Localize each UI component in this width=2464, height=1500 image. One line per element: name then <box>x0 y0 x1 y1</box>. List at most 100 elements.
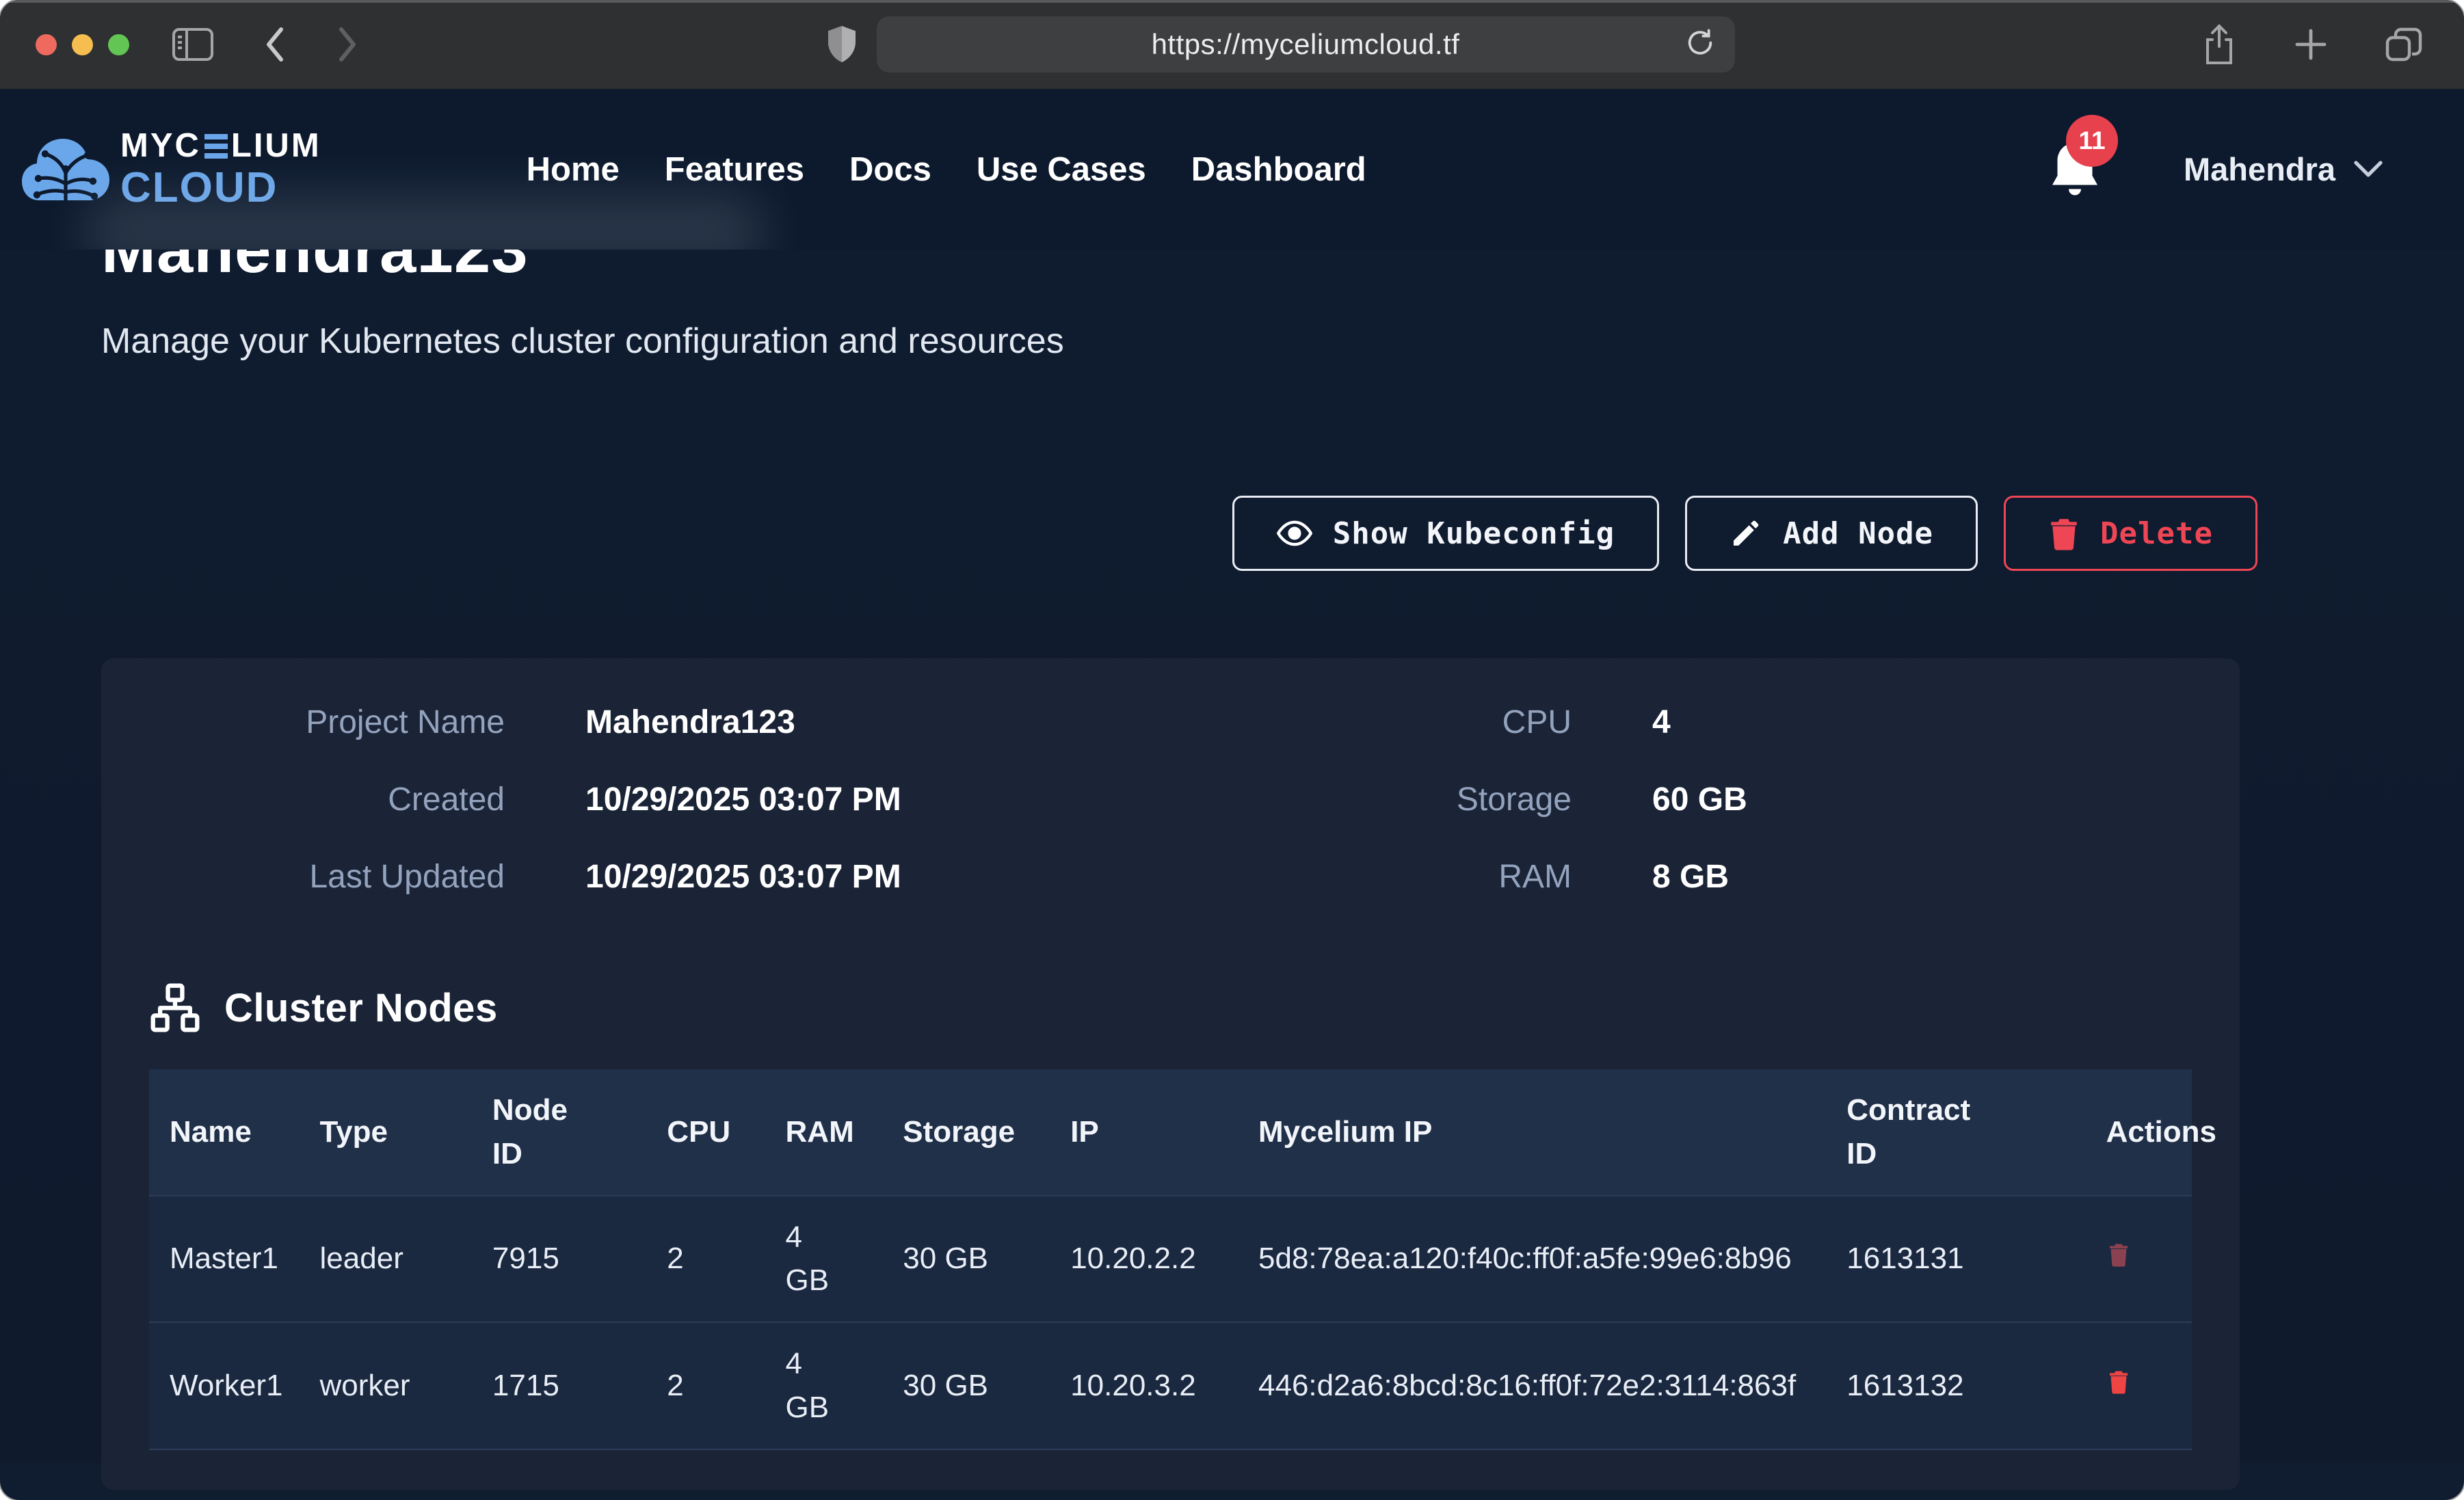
column-header: Name <box>149 1069 300 1196</box>
node-row-worker1: Worker1worker171524 GB30 GB10.20.3.2446:… <box>149 1322 2192 1449</box>
url-text: https://myceliumcloud.tf <box>1152 28 1460 61</box>
traffic-lights <box>36 34 129 55</box>
cell-contract_id: 1613131 <box>1826 1196 2085 1323</box>
brand-lium: LIUM <box>231 129 321 163</box>
sitemap-icon <box>149 982 201 1034</box>
cell-type: leader <box>300 1196 472 1323</box>
cell-ip: 10.20.2.2 <box>1050 1196 1238 1323</box>
info-label: Created <box>149 781 505 818</box>
info-row: CPU 4 <box>1312 704 2192 741</box>
page-subtitle: Manage your Kubernetes cluster configura… <box>101 321 2341 362</box>
forward-button-icon[interactable] <box>336 25 359 64</box>
info-row: Created 10/29/2025 03:07 PM <box>149 781 1312 818</box>
cluster-details-card: Project Name Mahendra123 Created 10/29/2025… <box>101 658 2240 1490</box>
nav-link-use-cases[interactable]: Use Cases <box>977 150 1146 189</box>
info-label: Storage <box>1312 781 1572 818</box>
main-nav: Home Features Docs Use Cases Dashboard <box>527 150 1366 189</box>
cell-type: worker <box>300 1322 472 1449</box>
cell-node_id: 7915 <box>472 1196 646 1323</box>
table-header-row: NameTypeNode IDCPURAMStorageIPMycelium I… <box>149 1069 2192 1196</box>
cell-cpu: 2 <box>646 1322 765 1449</box>
cell-mycelium_ip: 5d8:78ea:a120:f40c:ff0f:a5fe:99e6:8b96 <box>1238 1196 1826 1323</box>
cluster-actions: Show Kubeconfig Add Node Delete <box>101 496 2341 571</box>
sidebar-toggle-icon[interactable] <box>172 27 214 62</box>
info-value: 8 GB <box>1652 858 1729 896</box>
cell-mycelium_ip: 446:d2a6:8bcd:8c16:ff0f:72e2:3114:863f <box>1238 1322 1826 1449</box>
address-bar[interactable]: https://myceliumcloud.tf <box>877 16 1735 72</box>
user-menu[interactable]: Mahendra <box>2184 150 2383 188</box>
column-header: Type <box>300 1069 472 1196</box>
privacy-shield-icon[interactable] <box>826 25 858 64</box>
nav-link-dashboard[interactable]: Dashboard <box>1191 150 1366 189</box>
info-row: Storage 60 GB <box>1312 781 2192 818</box>
notification-count-badge: 11 <box>2066 115 2118 167</box>
cell-name: Master1 <box>149 1196 300 1323</box>
node-row-master1: Master1leader791524 GB30 GB10.20.2.25d8:… <box>149 1196 2192 1323</box>
column-header: IP <box>1050 1069 1238 1196</box>
show-kubeconfig-button[interactable]: Show Kubeconfig <box>1232 496 1659 571</box>
notifications-button[interactable]: 11 <box>2048 138 2102 201</box>
nav-link-features[interactable]: Features <box>665 150 804 189</box>
zoom-window-button[interactable] <box>108 34 129 55</box>
cell-contract_id: 1613132 <box>1826 1322 2085 1449</box>
nav-link-home[interactable]: Home <box>527 150 620 189</box>
cluster-nodes-heading: Cluster Nodes <box>149 982 2192 1034</box>
info-label: Last Updated <box>149 858 505 896</box>
cell-ram: 4 GB <box>765 1322 883 1449</box>
new-tab-icon[interactable] <box>2293 27 2329 62</box>
project-info: Project Name Mahendra123 Created 10/29/2025… <box>149 704 2192 896</box>
cell-node_id: 1715 <box>472 1322 646 1449</box>
column-header: Node ID <box>472 1069 646 1196</box>
info-row: RAM 8 GB <box>1312 858 2192 896</box>
project-info-left: Project Name Mahendra123 Created 10/29/2025… <box>149 704 1312 896</box>
column-header: Mycelium IP <box>1238 1069 1826 1196</box>
tab-overview-icon[interactable] <box>2385 27 2423 62</box>
info-value: 10/29/2025 03:07 PM <box>585 781 901 818</box>
share-icon[interactable] <box>2201 23 2237 66</box>
column-header: Storage <box>882 1069 1050 1196</box>
brand-e-bars <box>204 134 228 159</box>
cluster-nodes-table: NameTypeNode IDCPURAMStorageIPMycelium I… <box>149 1069 2192 1450</box>
browser-window: https://myceliumcloud.tf <box>0 0 2464 1500</box>
site-header: MYCLIUM CLOUD HomeFeaturesDocsUse CasesD… <box>0 89 2464 250</box>
add-node-button[interactable]: Add Node <box>1685 496 1978 571</box>
minimize-window-button[interactable] <box>72 34 93 55</box>
user-name: Mahendra <box>2184 150 2335 188</box>
info-value: 10/29/2025 03:07 PM <box>585 858 901 896</box>
reload-icon[interactable] <box>1684 27 1716 62</box>
cell-name: Worker1 <box>149 1322 300 1449</box>
info-label: Project Name <box>149 704 505 741</box>
info-row: Project Name Mahendra123 <box>149 704 1312 741</box>
page-content: Mahendra123 Manage your Kubernetes clust… <box>0 213 2464 1463</box>
info-value: Mahendra123 <box>585 704 795 741</box>
cell-ram: 4 GB <box>765 1196 883 1323</box>
info-label: CPU <box>1312 704 1572 741</box>
eye-icon <box>1277 515 1312 551</box>
cell-ip: 10.20.3.2 <box>1050 1322 1238 1449</box>
column-header: RAM <box>765 1069 883 1196</box>
brand-myc: MYC <box>120 129 201 163</box>
back-button-icon[interactable] <box>263 25 287 64</box>
nav-link-docs[interactable]: Docs <box>849 150 931 189</box>
scrolled-title-blur <box>82 193 766 250</box>
cell-cpu: 2 <box>646 1196 765 1323</box>
info-label: RAM <box>1312 858 1572 896</box>
info-value: 4 <box>1652 704 1671 741</box>
column-header: Actions <box>2086 1069 2192 1196</box>
pencil-icon <box>1730 517 1762 550</box>
cell-actions <box>2086 1196 2192 1323</box>
chevron-down-icon <box>2353 160 2383 179</box>
project-info-right: CPU 4 Storage 60 GB RAM 8 GB <box>1312 704 2192 896</box>
info-row: Last Updated 10/29/2025 03:07 PM <box>149 858 1312 896</box>
column-header: CPU <box>646 1069 765 1196</box>
close-window-button[interactable] <box>36 34 57 55</box>
delete-node-button[interactable] <box>2106 1368 2131 1395</box>
cell-actions <box>2086 1322 2192 1449</box>
trash-icon <box>2048 516 2080 550</box>
column-header: Contract ID <box>1826 1069 2085 1196</box>
cell-storage: 30 GB <box>882 1322 1050 1449</box>
info-value: 60 GB <box>1652 781 1747 818</box>
delete-cluster-button[interactable]: Delete <box>2004 496 2257 571</box>
delete-node-button[interactable] <box>2106 1241 2131 1268</box>
browser-toolbar: https://myceliumcloud.tf <box>0 0 2464 89</box>
